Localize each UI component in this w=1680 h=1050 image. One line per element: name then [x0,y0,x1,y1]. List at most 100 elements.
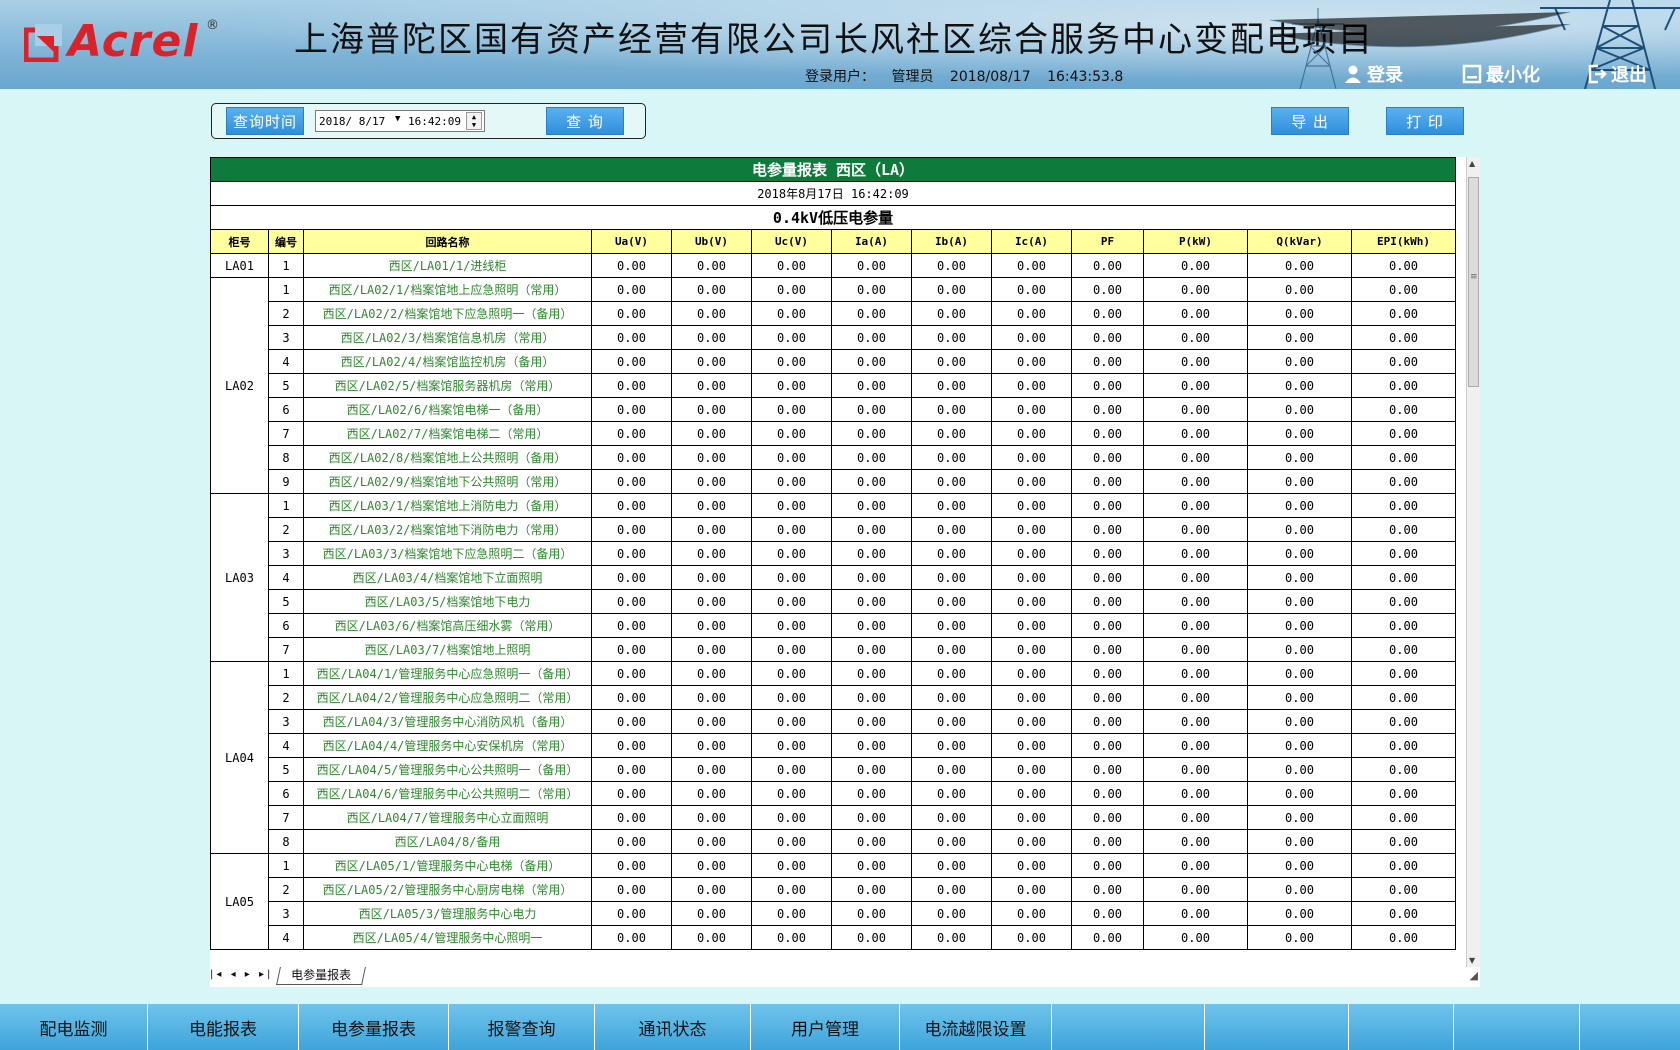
circuit-name[interactable]: 西区/LA05/1/管理服务中心电梯（备用） [303,853,592,878]
sheet-nav-icon[interactable]: |◂ ◂ ▸ ▸| [210,969,273,980]
column-header: 回路名称 [303,229,592,254]
date-input[interactable]: 2018/ 8/17 [319,115,385,128]
minimize-button[interactable]: 最小化 [1462,62,1540,86]
export-button[interactable]: 导 出 [1271,107,1349,135]
value-cell: 0.00 [671,517,752,542]
circuit-name[interactable]: 西区/LA02/9/档案馆地下公共照明（常用） [303,469,592,494]
nav-item[interactable]: 通讯状态 [595,1004,751,1050]
nav-item[interactable] [1052,1004,1205,1050]
scroll-down-icon[interactable]: ▼ [1469,956,1475,965]
circuit-name[interactable]: 西区/LA04/4/管理服务中心安保机房（常用） [303,733,592,758]
circuit-name[interactable]: 西区/LA02/1/档案馆地上应急照明（常用） [303,277,592,302]
circuit-name[interactable]: 西区/LA03/4/档案馆地下立面照明 [303,565,592,590]
circuit-name[interactable]: 西区/LA04/8/备用 [303,829,592,854]
value-cell: 0.00 [671,349,752,374]
nav-item[interactable]: 用户管理 [751,1004,900,1050]
circuit-name[interactable]: 西区/LA02/5/档案馆服务器机房（常用） [303,373,592,398]
nav-item[interactable]: 配电监测 [0,1004,148,1050]
value-cell: 0.00 [831,445,912,470]
nav-item[interactable] [1205,1004,1349,1050]
table-row: 2 西区/LA04/2/管理服务中心应急照明二（常用） 0.00 0.00 0.00 0.… [211,685,1456,710]
circuit-name[interactable]: 西区/LA05/2/管理服务中心厨房电梯（常用） [303,877,592,902]
circuit-name[interactable]: 西区/LA02/6/档案馆电梯一（备用） [303,397,592,422]
circuit-name[interactable]: 西区/LA01/1/进线柜 [303,253,592,278]
circuit-name[interactable]: 西区/LA03/5/档案馆地下电力 [303,589,592,614]
value-cell: 0.00 [831,589,912,614]
value-cell: 0.00 [591,253,672,278]
scroll-up-icon[interactable]: ▲ [1469,159,1475,168]
circuit-name[interactable]: 西区/LA03/7/档案馆地上照明 [303,637,592,662]
query-time-button[interactable]: 查询时间 [226,107,304,135]
scroll-thumb[interactable] [1468,177,1479,387]
time-spinner-icon[interactable]: ▲ ▼ [466,112,482,130]
time-input[interactable]: 16:42:09 [408,115,461,128]
value-cell: 0.00 [831,277,912,302]
circuit-name[interactable]: 西区/LA04/5/管理服务中心公共照明一（备用） [303,757,592,782]
value-cell: 0.00 [831,373,912,398]
table-row: 6 西区/LA03/6/档案馆高压细水雾（常用） 0.00 0.00 0.00 0.00 0… [211,613,1456,638]
table-row: 5 西区/LA02/5/档案馆服务器机房（常用） 0.00 0.00 0.00 0.00 0… [211,373,1456,398]
value-cell: 0.00 [1071,901,1144,926]
sheet-tab-electric-params[interactable]: 电参量报表 [276,967,366,985]
user-info: 登录用户： 管理员 2018/08/17 16:43:53.8 [805,66,1135,86]
value-cell: 0.00 [831,757,912,782]
table-row: 2 西区/LA03/2/档案馆地下消防电力（常用） 0.00 0.00 0.00 0.00… [211,517,1456,542]
nav-item[interactable] [1454,1004,1580,1050]
circuit-name[interactable]: 西区/LA02/3/档案馆信息机房（常用） [303,325,592,350]
circuit-name[interactable]: 西区/LA04/7/管理服务中心立面照明 [303,805,592,830]
value-cell: 0.00 [831,493,912,518]
circuit-name[interactable]: 西区/LA02/4/档案馆监控机房（备用） [303,349,592,374]
value-cell: 0.00 [911,877,992,902]
nav-item[interactable]: 电参量报表 [299,1004,449,1050]
value-cell: 0.00 [751,637,832,662]
circuit-number: 8 [268,829,304,854]
circuit-name[interactable]: 西区/LA04/6/管理服务中心公共照明二（常用） [303,781,592,806]
circuit-name[interactable]: 西区/LA05/4/管理服务中心照明一 [303,925,592,950]
table-row: 5 西区/LA04/5/管理服务中心公共照明一（备用） 0.00 0.00 0.00 0.… [211,757,1456,782]
vertical-scrollbar[interactable]: ▲ ≡ ▼ [1466,157,1480,967]
circuit-name[interactable]: 西区/LA04/1/管理服务中心应急照明一（备用） [303,661,592,686]
circuit-name[interactable]: 西区/LA02/2/档案馆地下应急照明一（备用） [303,301,592,326]
circuit-name[interactable]: 西区/LA04/2/管理服务中心应急照明二（常用） [303,685,592,710]
circuit-name[interactable]: 西区/LA03/1/档案馆地上消防电力（备用） [303,493,592,518]
nav-item[interactable]: 报警查询 [449,1004,595,1050]
value-cell: 0.00 [991,925,1072,950]
circuit-name[interactable]: 西区/LA03/3/档案馆地下应急照明二（备用） [303,541,592,566]
value-cell: 0.00 [751,349,832,374]
value-cell: 0.00 [1143,829,1248,854]
search-button[interactable]: 查 询 [546,107,624,135]
value-cell: 0.00 [1143,853,1248,878]
table-row: 3 西区/LA03/3/档案馆地下应急照明二（备用） 0.00 0.00 0.00 0.0… [211,541,1456,566]
print-button[interactable]: 打 印 [1386,107,1464,135]
circuit-name[interactable]: 西区/LA03/2/档案馆地下消防电力（常用） [303,517,592,542]
circuit-name[interactable]: 西区/LA04/3/管理服务中心消防风机（备用） [303,709,592,734]
value-cell: 0.00 [831,517,912,542]
date-dropdown-icon[interactable]: ▼ [395,114,400,124]
value-cell: 0.00 [1351,901,1456,926]
value-cell: 0.00 [911,517,992,542]
value-cell: 0.00 [1351,637,1456,662]
datetime-picker[interactable]: 2018/ 8/17 ▼ 16:42:09 ▲ ▼ [315,110,485,132]
nav-item[interactable]: 电能报表 [148,1004,299,1050]
value-cell: 0.00 [1351,517,1456,542]
login-button[interactable]: 登录 [1343,62,1403,86]
nav-item[interactable]: 电流越限设置 [900,1004,1052,1050]
value-cell: 0.00 [1351,805,1456,830]
value-cell: 0.00 [1247,853,1352,878]
circuit-name[interactable]: 西区/LA03/6/档案馆高压细水雾（常用） [303,613,592,638]
circuit-name[interactable]: 西区/LA02/8/档案馆地上公共照明（备用） [303,445,592,470]
logout-label: 退出 [1611,65,1647,86]
circuit-number: 5 [268,589,304,614]
value-cell: 0.00 [1143,661,1248,686]
logout-button[interactable]: 退出 [1587,62,1647,86]
circuit-name[interactable]: 西区/LA05/3/管理服务中心电力 [303,901,592,926]
value-cell: 0.00 [911,709,992,734]
value-cell: 0.00 [831,781,912,806]
value-cell: 0.00 [591,397,672,422]
nav-item[interactable] [1349,1004,1454,1050]
value-cell: 0.00 [671,709,752,734]
resize-grip-icon[interactable]: ◢ [1470,969,1478,982]
value-cell: 0.00 [1247,733,1352,758]
circuit-name[interactable]: 西区/LA02/7/档案馆电梯二（常用） [303,421,592,446]
value-cell: 0.00 [1247,685,1352,710]
